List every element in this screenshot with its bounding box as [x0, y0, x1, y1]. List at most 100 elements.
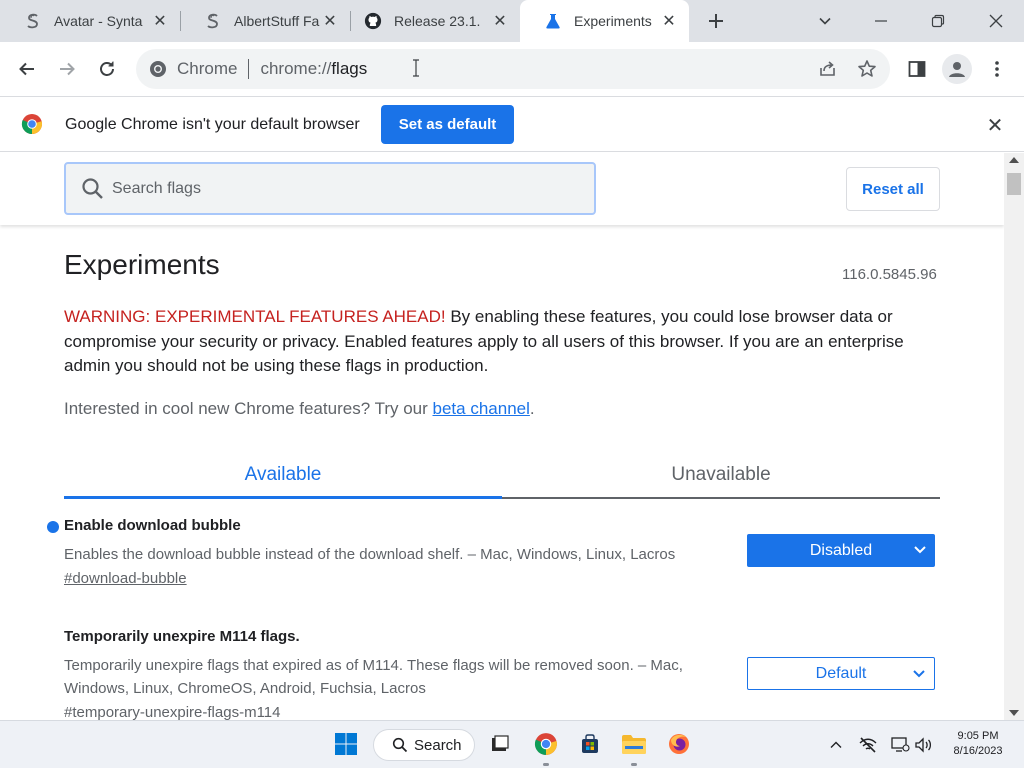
search-flags-input[interactable]: [112, 179, 552, 198]
flag-anchor-link[interactable]: #temporary-unexpire-flags-m114: [64, 704, 940, 720]
tab-unavailable[interactable]: Unavailable: [502, 453, 940, 497]
taskbar-clock[interactable]: 9:05 PM 8/16/2023: [946, 729, 1010, 759]
url-scheme: chrome://: [260, 59, 332, 78]
flag-state-value: Disabled: [809, 541, 873, 559]
url-path: flags: [331, 59, 368, 78]
text-cursor-icon: [412, 59, 420, 77]
search-icon: [82, 177, 103, 199]
flag-state-select[interactable]: Disabled: [747, 534, 935, 567]
scroll-down-arrow-icon[interactable]: [1009, 710, 1019, 716]
beta-channel-link[interactable]: beta channel: [433, 399, 530, 418]
back-button[interactable]: [12, 54, 42, 84]
windows-taskbar: Search 9:05 PM 8/16/2023: [0, 720, 1024, 768]
modified-indicator-icon: [47, 521, 59, 533]
close-infobar-icon[interactable]: ✕: [984, 114, 1006, 137]
tab-experiments[interactable]: Experiments ✕: [520, 0, 689, 42]
scroll-up-arrow-icon[interactable]: [1009, 157, 1019, 163]
flag-entry: Enable download bubble Enables the downl…: [47, 517, 940, 587]
side-panel-button[interactable]: [902, 54, 932, 84]
minimize-window-button[interactable]: [858, 0, 904, 42]
site-name: Chrome: [177, 59, 238, 78]
new-tab-button[interactable]: [693, 0, 739, 42]
syntax-s-icon: [204, 12, 222, 30]
close-tab-icon[interactable]: ✕: [490, 11, 510, 31]
chrome-taskbar-icon[interactable]: [533, 731, 559, 757]
flag-description: Enables the download bubble instead of t…: [64, 546, 676, 563]
tab-albertstuff[interactable]: AlbertStuff Fa ✕: [180, 0, 350, 42]
menu-kebab-icon[interactable]: [982, 54, 1012, 84]
flag-name: Enable download bubble: [64, 517, 241, 534]
scroll-thumb[interactable]: [1007, 173, 1021, 195]
syntax-s-icon: [24, 12, 42, 30]
tab-label: Experiments: [574, 13, 652, 29]
tab-release[interactable]: Release 23.1. ✕: [340, 0, 520, 42]
flags-search-header: Reset all: [0, 153, 1004, 225]
close-tab-icon[interactable]: ✕: [150, 11, 170, 31]
restore-window-button[interactable]: [915, 0, 961, 42]
tab-search-dropdown-icon[interactable]: [802, 0, 848, 42]
close-tab-icon[interactable]: ✕: [659, 11, 679, 31]
running-indicator: [631, 763, 637, 766]
chevron-down-icon: [914, 546, 926, 554]
flags-tabs: Available Unavailable: [64, 453, 940, 499]
flag-entry: Temporarily unexpire M114 flags. Tempora…: [64, 628, 940, 720]
reset-all-button[interactable]: Reset all: [846, 167, 940, 211]
tab-strip: Avatar - Synta ✕ AlbertStuff Fa ✕ Releas…: [0, 0, 1024, 42]
bookmark-star-icon[interactable]: [855, 57, 879, 81]
tab-label: Avatar - Synta: [54, 13, 143, 29]
clock-time: 9:05 PM: [957, 730, 999, 742]
page-scrollbar[interactable]: [1004, 153, 1024, 720]
url-text[interactable]: chrome://flags: [260, 59, 367, 79]
flag-name: Temporarily unexpire M114 flags.: [64, 628, 300, 645]
windows-start-icon[interactable]: [333, 731, 359, 757]
display-icon[interactable]: [890, 735, 910, 755]
flag-description: Temporarily unexpire flags that expired …: [64, 657, 683, 697]
page-title: Experiments: [64, 249, 220, 280]
promo-end: .: [529, 399, 535, 418]
profile-avatar-button[interactable]: [942, 54, 972, 84]
show-hidden-icons-chevron-up-icon[interactable]: [826, 735, 846, 755]
tab-label: AlbertStuff Fa: [234, 13, 320, 29]
tab-available[interactable]: Available: [64, 453, 502, 497]
flask-icon: [544, 12, 562, 30]
search-flags-box[interactable]: [64, 162, 596, 215]
volume-icon[interactable]: [914, 735, 934, 755]
tab-avatar-syntax[interactable]: Avatar - Synta ✕: [0, 0, 180, 42]
forward-button[interactable]: [52, 54, 82, 84]
flag-state-value: Default: [815, 664, 867, 682]
flag-anchor-link[interactable]: #download-bubble: [64, 570, 940, 587]
taskbar-search-label: Search: [414, 736, 462, 754]
warning-paragraph: WARNING: EXPERIMENTAL FEATURES AHEAD! By…: [64, 305, 944, 379]
microsoft-store-icon[interactable]: [577, 731, 603, 757]
clock-date: 8/16/2023: [953, 745, 1003, 757]
running-indicator: [543, 763, 549, 766]
search-icon: [392, 737, 408, 753]
chrome-version: 116.0.5845.96: [842, 266, 937, 283]
default-browser-infobar: Google Chrome isn't your default browser…: [0, 96, 1024, 152]
firefox-icon[interactable]: [666, 731, 692, 757]
close-tab-icon[interactable]: ✕: [320, 11, 340, 31]
chrome-site-icon[interactable]: [148, 59, 168, 79]
flags-page: Reset all Experiments 116.0.5845.96 WARN…: [0, 153, 1004, 720]
warning-label: WARNING: EXPERIMENTAL FEATURES AHEAD!: [64, 307, 446, 326]
infobar-message: Google Chrome isn't your default browser: [65, 116, 360, 133]
taskbar-search-button[interactable]: Search: [373, 729, 475, 761]
reload-button[interactable]: [92, 54, 122, 84]
address-bar[interactable]: Chrome chrome://flags: [136, 49, 890, 89]
github-icon: [364, 12, 382, 30]
network-disconnected-icon[interactable]: [858, 735, 878, 755]
tab-label: Release 23.1.: [394, 13, 481, 29]
promo-text: Interested in cool new Chrome features? …: [64, 399, 433, 418]
url-separator: [248, 59, 250, 79]
browser-toolbar: Chrome chrome://flags: [0, 42, 1024, 96]
beta-channel-promo: Interested in cool new Chrome features? …: [64, 399, 535, 419]
chevron-down-icon: [913, 670, 925, 678]
flag-state-select[interactable]: Default: [747, 657, 935, 690]
active-tab-indicator: [64, 496, 502, 499]
set-as-default-button[interactable]: Set as default: [381, 105, 514, 144]
chrome-logo-icon: [21, 113, 43, 135]
close-window-button[interactable]: [973, 0, 1019, 42]
task-view-icon[interactable]: [487, 731, 513, 757]
share-icon[interactable]: [816, 57, 840, 81]
file-explorer-icon[interactable]: [621, 731, 647, 757]
